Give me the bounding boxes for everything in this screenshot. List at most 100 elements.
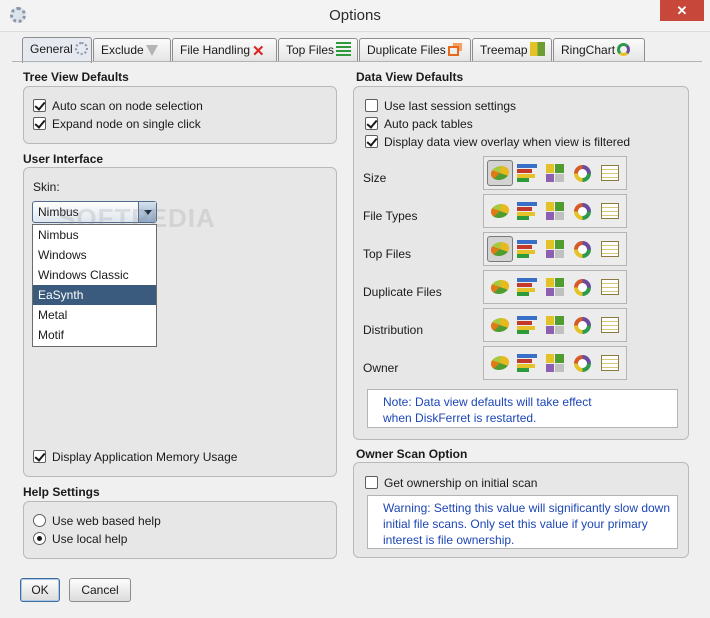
overlay-checkbox[interactable]: Display data view overlay when view is f… xyxy=(365,135,630,149)
tab-duplicate-files[interactable]: Duplicate Files xyxy=(359,38,471,62)
treemap-view-button[interactable] xyxy=(542,198,568,224)
owner-scan-title: Owner Scan Option xyxy=(356,447,468,461)
ring-chart-icon xyxy=(617,43,631,56)
auto-scan-checkbox[interactable]: Auto scan on node selection xyxy=(33,99,203,113)
skin-option-motif[interactable]: Motif xyxy=(33,325,156,345)
ring-chart-icon xyxy=(574,316,592,334)
ring-chart-view-button[interactable] xyxy=(570,160,596,186)
table-view-button[interactable] xyxy=(597,274,623,300)
checkbox-box[interactable] xyxy=(365,117,378,130)
table-view-button[interactable] xyxy=(597,350,623,376)
bar-chart-view-button[interactable] xyxy=(514,274,540,300)
pie-chart-view-button[interactable] xyxy=(487,274,513,300)
treemap-icon xyxy=(545,354,564,372)
view-row-label: Duplicate Files xyxy=(363,285,442,299)
tab-treemap[interactable]: Treemap xyxy=(472,38,552,62)
data-view-note: Note: Data view defaults will take effec… xyxy=(367,389,678,428)
treemap-icon xyxy=(545,278,564,296)
checkbox-box[interactable] xyxy=(365,99,378,112)
ring-chart-view-button[interactable] xyxy=(570,236,596,262)
pie-chart-icon xyxy=(489,204,511,218)
bar-chart-icon xyxy=(517,164,538,182)
cancel-button[interactable]: Cancel xyxy=(69,578,131,602)
bar-chart-view-button[interactable] xyxy=(514,198,540,224)
ring-chart-icon xyxy=(574,354,592,372)
memory-usage-checkbox[interactable]: Display Application Memory Usage xyxy=(33,450,237,464)
table-icon xyxy=(601,279,620,295)
ok-button[interactable]: OK xyxy=(20,578,60,602)
view-type-selector xyxy=(483,156,627,190)
tree-view-group xyxy=(23,86,337,144)
radio-circle[interactable] xyxy=(33,514,46,527)
local-help-radio[interactable]: Use local help xyxy=(33,532,127,546)
treemap-icon xyxy=(545,316,564,334)
treemap-view-button[interactable] xyxy=(542,350,568,376)
help-settings-group xyxy=(23,501,337,559)
checkbox-box[interactable] xyxy=(365,476,378,489)
title-bar: Options ✕ xyxy=(0,0,710,32)
pie-chart-view-button[interactable] xyxy=(486,236,513,262)
bar-chart-view-button[interactable] xyxy=(514,160,540,186)
checkbox-box[interactable] xyxy=(33,117,46,130)
table-view-button[interactable] xyxy=(597,236,623,262)
bar-chart-view-button[interactable] xyxy=(514,312,540,338)
view-row-label: Size xyxy=(363,171,387,185)
pie-chart-view-button[interactable] xyxy=(486,160,513,186)
user-interface-title: User Interface xyxy=(23,152,104,166)
treemap-icon xyxy=(545,202,564,220)
bar-chart-icon xyxy=(517,202,538,220)
treemap-icon xyxy=(529,42,545,56)
expand-node-checkbox[interactable]: Expand node on single click xyxy=(33,117,201,131)
view-type-selector xyxy=(483,270,627,304)
ring-chart-icon xyxy=(574,240,592,258)
pie-chart-view-button[interactable] xyxy=(487,312,513,338)
skin-option-windows-classic[interactable]: Windows Classic xyxy=(33,265,156,285)
skin-option-metal[interactable]: Metal xyxy=(33,305,156,325)
ring-chart-view-button[interactable] xyxy=(570,350,596,376)
gear-icon xyxy=(74,42,88,55)
skin-option-nimbus[interactable]: Nimbus xyxy=(33,225,156,245)
tab-exclude[interactable]: Exclude xyxy=(93,38,171,62)
ring-chart-view-button[interactable] xyxy=(570,198,596,224)
treemap-view-button[interactable] xyxy=(542,160,568,186)
bar-chart-icon xyxy=(517,240,538,258)
table-view-button[interactable] xyxy=(597,160,623,186)
treemap-view-button[interactable] xyxy=(542,236,568,262)
bar-chart-icon xyxy=(517,316,538,334)
last-session-checkbox[interactable]: Use last session settings xyxy=(365,99,516,113)
table-icon xyxy=(601,203,620,219)
checkbox-box[interactable] xyxy=(33,99,46,112)
tab-top-files[interactable]: Top Files xyxy=(278,38,358,62)
tab-file-handling[interactable]: File Handling ✕ xyxy=(172,38,277,62)
treemap-view-button[interactable] xyxy=(542,274,568,300)
view-row-label: Distribution xyxy=(363,323,424,337)
bar-chart-view-button[interactable] xyxy=(514,236,540,262)
tree-view-title: Tree View Defaults xyxy=(23,70,129,84)
data-view-title: Data View Defaults xyxy=(356,70,464,84)
skin-option-windows[interactable]: Windows xyxy=(33,245,156,265)
tab-general[interactable]: General xyxy=(22,37,92,63)
skin-option-easynth[interactable]: EaSynth xyxy=(33,285,156,305)
table-view-button[interactable] xyxy=(597,198,623,224)
checkbox-box[interactable] xyxy=(365,135,378,148)
pie-chart-icon xyxy=(489,166,511,180)
radio-circle[interactable] xyxy=(33,532,46,545)
pie-chart-view-button[interactable] xyxy=(487,198,513,224)
bar-chart-icon xyxy=(517,354,538,372)
web-help-radio[interactable]: Use web based help xyxy=(33,514,161,528)
table-icon xyxy=(601,165,620,181)
treemap-view-button[interactable] xyxy=(542,312,568,338)
bar-chart-view-button[interactable] xyxy=(514,350,540,376)
table-view-button[interactable] xyxy=(597,312,623,338)
pie-chart-view-button[interactable] xyxy=(487,350,513,376)
tab-ringchart[interactable]: RingChart xyxy=(553,38,645,62)
ring-chart-view-button[interactable] xyxy=(570,274,596,300)
get-ownership-checkbox[interactable]: Get ownership on initial scan xyxy=(365,476,537,490)
view-type-selector xyxy=(483,346,627,380)
pie-chart-icon xyxy=(489,356,511,370)
auto-pack-checkbox[interactable]: Auto pack tables xyxy=(365,117,473,131)
skin-label: Skin: xyxy=(33,180,60,194)
checkbox-box[interactable] xyxy=(33,450,46,463)
ring-chart-view-button[interactable] xyxy=(570,312,596,338)
close-button[interactable]: ✕ xyxy=(660,0,704,21)
